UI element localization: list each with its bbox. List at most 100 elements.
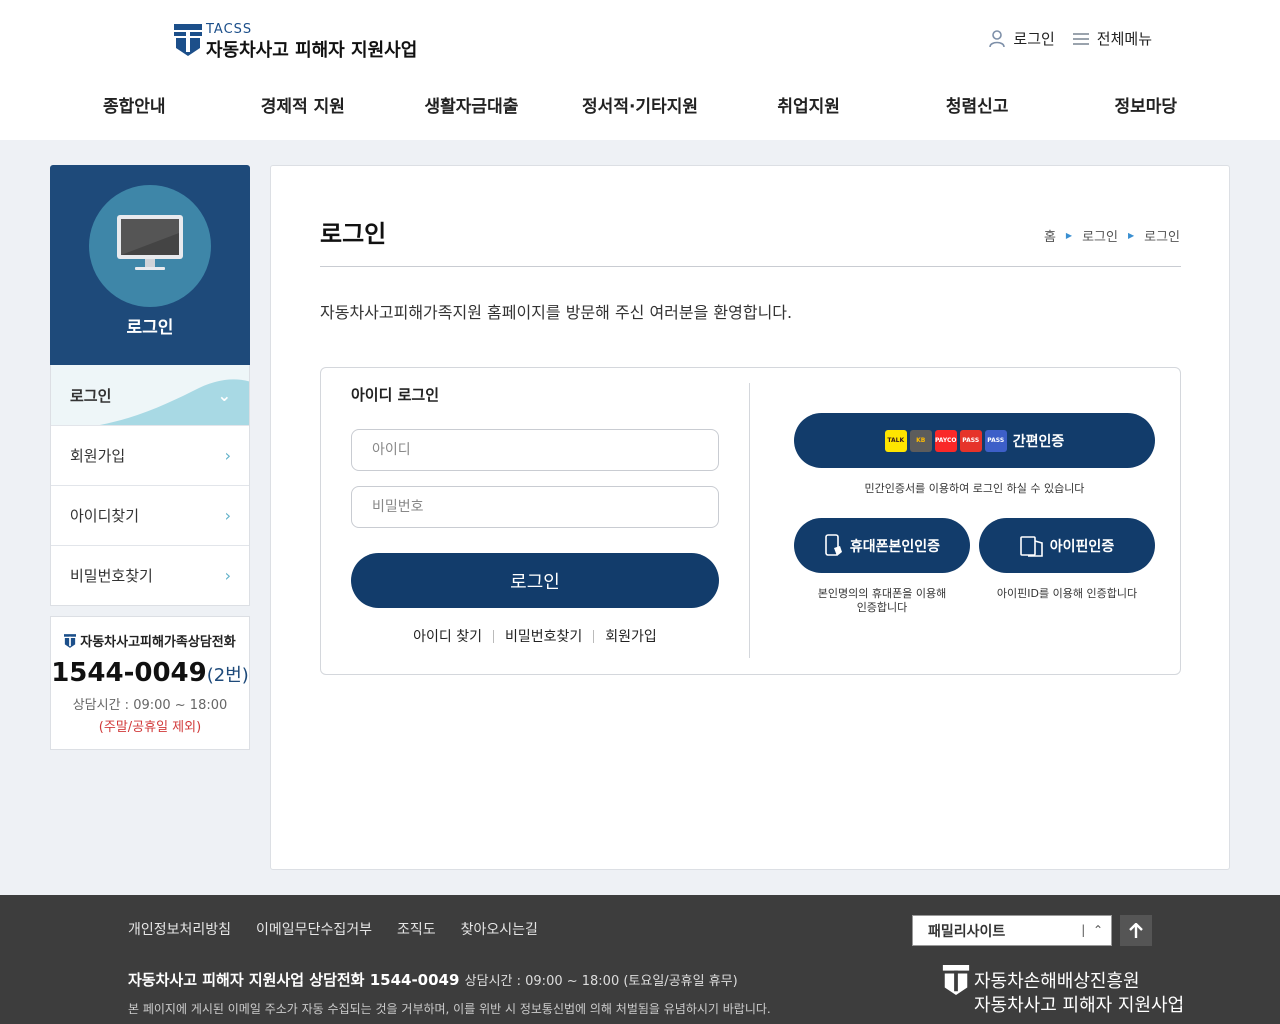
logo-icon — [64, 633, 77, 648]
page-title: 로그인 — [320, 220, 387, 248]
sidebar-item-label: 로그인 — [70, 386, 112, 405]
ipin-auth-button[interactable]: 아이핀인증 — [979, 518, 1155, 573]
chevron-right-icon: › — [224, 446, 231, 465]
monitor-icon — [117, 215, 183, 270]
sidebar-menu: 로그인 ⌄ 회원가입 › 아이디찾기 › 비밀번호찾기 › — [50, 365, 250, 606]
call-center-box: 자동차사고피해가족상담전화 1544-0049(2번) 상담시간 : 09:00… — [50, 616, 250, 750]
login-button[interactable]: 로그인 — [351, 553, 719, 608]
footer-call-line: 자동차사고 피해자 지원사업 상담전화 1544-0049 상담시간 : 09:… — [128, 969, 738, 990]
logo-small-text: TACSS — [206, 22, 253, 37]
breadcrumb: 홈 ▶ 로그인 ▶ 로그인 — [1044, 226, 1180, 245]
call-hours: 상담시간 : 09:00 ~ 18:00 — [72, 698, 228, 713]
sidebar-item-label: 아이디찾기 — [70, 507, 140, 525]
find-id-link[interactable]: 아이디 찾기 — [402, 626, 493, 646]
utility-menu: 로그인 전체메뉴 — [989, 28, 1152, 49]
chevron-up-icon: | ⌃ — [1081, 923, 1103, 937]
call-note: (주말/공휴일 제외) — [98, 720, 202, 735]
phone-auth-note: 본인명의의 휴대폰을 이용해 인증합니다 — [817, 587, 947, 614]
call-title-text: 자동차사고피해가족상담전화 — [80, 635, 236, 650]
password-input[interactable] — [351, 486, 719, 528]
phone-icon — [825, 533, 842, 556]
payco-icon: PAYCO — [934, 429, 957, 452]
footer-logo-line1: 자동차손해배상진흥원 — [974, 971, 1140, 992]
call-title: 자동차사고피해가족상담전화 — [51, 631, 249, 650]
footer-call-text: 자동차사고 피해자 지원사업 상담전화 1544-0049 — [128, 971, 460, 989]
org-chart-link[interactable]: 조직도 — [397, 919, 436, 939]
footer-call-hours: 상담시간 : 09:00 ~ 18:00 (토요일/공휴일 휴무) — [464, 974, 738, 989]
panel-divider — [749, 383, 750, 658]
footer-links: 개인정보처리방침 이메일무단수집거부 조직도 찾아오시는길 — [128, 919, 538, 939]
sidebar-item-label: 비밀번호찾기 — [70, 567, 153, 585]
sidebar-header: 로그인 — [50, 165, 250, 365]
pass-bank-icon: PASS — [984, 429, 1007, 452]
directions-link[interactable]: 찾아오시는길 — [461, 919, 538, 939]
id-login-heading: 아이디 로그인 — [351, 386, 440, 404]
breadcrumb-arrow-icon: ▶ — [1127, 231, 1135, 240]
sidebar-item-find-id[interactable]: 아이디찾기 › — [51, 485, 249, 545]
header-login-label: 로그인 — [1013, 30, 1055, 48]
nav-item-living-loan[interactable]: 생활자금대출 — [387, 92, 556, 117]
hamburger-icon — [1072, 32, 1089, 45]
email-refusal-link[interactable]: 이메일무단수집거부 — [256, 919, 372, 939]
site-header: TACSS 자동차사고 피해자 지원사업 로그인 전체메뉴 종합안내 경제적 지… — [0, 0, 1280, 140]
footer-logo-line2: 자동차사고 피해자 지원사업 — [974, 995, 1185, 1016]
main-content: 로그인 홈 ▶ 로그인 ▶ 로그인 자동차사고피해가족지원 홈페이지를 방문해 … — [270, 165, 1230, 870]
id-input[interactable] — [351, 429, 719, 471]
simple-auth-label: 간편인증 — [1012, 433, 1065, 450]
breadcrumb-home[interactable]: 홈 — [1044, 226, 1056, 245]
sidebar-item-label: 회원가입 — [70, 447, 126, 465]
find-password-link[interactable]: 비밀번호찾기 — [494, 626, 593, 646]
breadcrumb-arrow-icon: ▶ — [1065, 231, 1073, 240]
logo-icon — [174, 24, 202, 56]
login-links: 아이디 찾기 비밀번호찾기 회원가입 — [351, 626, 719, 646]
welcome-message: 자동차사고피해가족지원 홈페이지를 방문해 주신 여러분을 환영합니다. — [320, 303, 793, 322]
call-number-text: 1544-0049 — [51, 658, 207, 688]
nav-item-info[interactable]: 정보마당 — [1061, 92, 1230, 117]
sidebar-item-signup[interactable]: 회원가입 › — [51, 425, 249, 485]
nav-item-employment[interactable]: 취업지원 — [724, 92, 893, 117]
ipin-auth-note: 아이핀ID를 이용해 인증합니다 — [996, 587, 1138, 600]
arrow-up-icon — [1129, 922, 1143, 938]
signup-link[interactable]: 회원가입 — [594, 626, 668, 646]
privacy-policy-link[interactable]: 개인정보처리방침 — [128, 919, 231, 939]
scroll-top-button[interactable] — [1120, 915, 1152, 946]
logo-main-text: 자동차사고 피해자 지원사업 — [206, 40, 418, 61]
title-divider — [320, 266, 1181, 267]
phone-auth-button[interactable]: 휴대폰본인인증 — [794, 518, 970, 573]
nav-item-emotional-support[interactable]: 정서적·기타지원 — [556, 92, 725, 117]
all-menu-label: 전체메뉴 — [1096, 30, 1152, 48]
sidebar-circle — [89, 185, 211, 307]
nav-item-integrity-report[interactable]: 청렴신고 — [893, 92, 1062, 117]
family-site-select[interactable]: 패밀리사이트 | ⌃ — [912, 915, 1112, 946]
header-login-link[interactable]: 로그인 — [989, 28, 1055, 49]
all-menu-button[interactable]: 전체메뉴 — [1072, 28, 1152, 49]
nav-item-guide[interactable]: 종합안내 — [50, 92, 219, 117]
logo-icon — [942, 965, 970, 995]
auth-brand-icons: TALK KB PAYCO PASS PASS — [884, 429, 1007, 452]
breadcrumb-item[interactable]: 로그인 — [1082, 226, 1118, 245]
chevron-right-icon: › — [224, 566, 231, 585]
sidebar-item-find-password[interactable]: 비밀번호찾기 › — [51, 545, 249, 605]
sidebar-item-login[interactable]: 로그인 ⌄ — [51, 365, 249, 425]
user-icon — [989, 29, 1006, 47]
phone-auth-label: 휴대폰본인인증 — [849, 538, 941, 555]
call-number: 1544-0049(2번) — [51, 658, 249, 688]
simple-auth-button[interactable]: TALK KB PAYCO PASS PASS 간편인증 — [794, 413, 1155, 468]
main-nav: 종합안내 경제적 지원 생활자금대출 정서적·기타지원 취업지원 청렴신고 정보… — [50, 92, 1230, 117]
chevron-right-icon: › — [224, 506, 231, 525]
ipin-auth-label: 아이핀인증 — [1049, 538, 1115, 555]
site-footer: 개인정보처리방침 이메일무단수집거부 조직도 찾아오시는길 패밀리사이트 | ⌃… — [0, 895, 1280, 1024]
kakao-icon: TALK — [884, 429, 907, 452]
call-ext: (2번) — [206, 665, 249, 686]
breadcrumb-current: 로그인 — [1144, 230, 1180, 245]
pass-icon: PASS — [959, 429, 982, 452]
ipin-card-icon — [1019, 535, 1043, 557]
nav-item-economic-support[interactable]: 경제적 지원 — [219, 92, 388, 117]
family-site-label: 패밀리사이트 — [928, 923, 1006, 940]
login-box: 아이디 로그인 로그인 아이디 찾기 비밀번호찾기 회원가입 TALK KB P… — [320, 367, 1181, 675]
simple-auth-note: 민간인증서를 이용하여 로그인 하실 수 있습니다 — [864, 482, 1085, 495]
sidebar-title: 로그인 — [126, 318, 174, 338]
chevron-down-icon: ⌄ — [217, 385, 231, 405]
sidebar: 로그인 로그인 ⌄ 회원가입 › 아이디찾기 › 비밀번호찾기 › 자동차사고피… — [50, 165, 250, 750]
footer-notice: 본 페이지에 게시된 이메일 주소가 자동 수집되는 것을 거부하며, 이를 위… — [128, 1002, 771, 1016]
